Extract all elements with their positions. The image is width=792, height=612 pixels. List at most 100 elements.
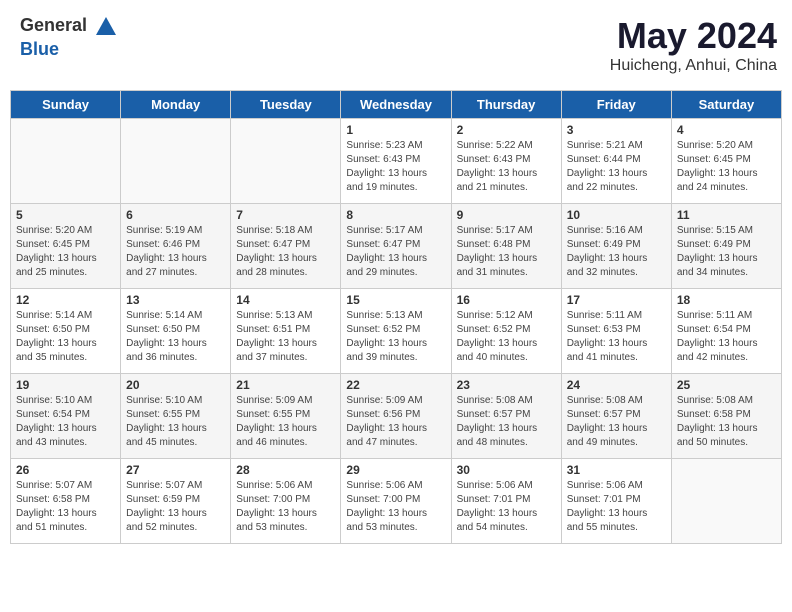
calendar-week-3: 12Sunrise: 5:14 AM Sunset: 6:50 PM Dayli… <box>11 289 782 374</box>
calendar-cell: 12Sunrise: 5:14 AM Sunset: 6:50 PM Dayli… <box>11 289 121 374</box>
calendar-cell: 22 Sunrise: 5:09 AM Sunset: 6:56 PM Dayli… <box>341 374 451 459</box>
day-info: Sunrise: 5:14 AM Sunset: 6:50 PM Dayligh… <box>126 309 225 365</box>
day-number: 2 <box>457 123 556 137</box>
day-number: 18 <box>677 293 776 307</box>
calendar-cell: 9 Sunrise: 5:17 AM Sunset: 6:48 PM Daylig… <box>451 204 561 289</box>
day-header-friday: Friday <box>561 91 671 119</box>
calendar-cell: 2 Sunrise: 5:22 AM Sunset: 6:43 PM Daylig… <box>451 119 561 204</box>
calendar-cell: 30Sunrise: 5:06 AM Sunset: 7:01 PM Dayli… <box>451 459 561 544</box>
day-info: Sunrise: 5:23 AM Sunset: 6:43 PM Dayligh… <box>346 139 445 195</box>
calendar-cell: 19 Sunrise: 5:10 AM Sunset: 6:54 PM Dayli… <box>11 374 121 459</box>
day-info: Sunrise: 5:08 AM Sunset: 6:57 PM Dayligh… <box>457 394 556 450</box>
calendar-body: 1 Sunrise: 5:23 AM Sunset: 6:43 PM Daylig… <box>11 119 782 544</box>
day-info: Sunrise: 5:08 AM Sunset: 6:57 PM Dayligh… <box>567 394 666 450</box>
calendar-week-4: 19 Sunrise: 5:10 AM Sunset: 6:54 PM Dayli… <box>11 374 782 459</box>
day-info: Sunrise: 5:07 AM Sunset: 6:58 PM Dayligh… <box>16 479 115 535</box>
day-header-wednesday: Wednesday <box>341 91 451 119</box>
day-info: Sunrise: 5:09 AM Sunset: 6:56 PM Dayligh… <box>346 394 445 450</box>
day-info: Sunrise: 5:07 AM Sunset: 6:59 PM Dayligh… <box>126 479 225 535</box>
day-info: Sunrise: 5:12 AM Sunset: 6:52 PM Dayligh… <box>457 309 556 365</box>
day-number: 26 <box>16 463 115 477</box>
calendar-cell: 5 Sunrise: 5:20 AM Sunset: 6:45 PM Daylig… <box>11 204 121 289</box>
day-number: 21 <box>236 378 335 392</box>
calendar-cell: 26 Sunrise: 5:07 AM Sunset: 6:58 PM Dayli… <box>11 459 121 544</box>
month-year-title: May 2024 <box>610 15 777 57</box>
logo: General Blue <box>20 15 118 60</box>
calendar-cell: 4 Sunrise: 5:20 AM Sunset: 6:45 PM Daylig… <box>671 119 781 204</box>
day-number: 30 <box>457 463 556 477</box>
day-number: 24 <box>567 378 666 392</box>
calendar-cell: 1 Sunrise: 5:23 AM Sunset: 6:43 PM Daylig… <box>341 119 451 204</box>
day-number: 13 <box>126 293 225 307</box>
day-info: Sunrise: 5:20 AM Sunset: 6:45 PM Dayligh… <box>16 224 115 280</box>
day-number: 5 <box>16 208 115 222</box>
calendar-cell: 27 Sunrise: 5:07 AM Sunset: 6:59 PM Dayli… <box>121 459 231 544</box>
calendar-cell: 11Sunrise: 5:15 AM Sunset: 6:49 PM Dayli… <box>671 204 781 289</box>
calendar-header-row: SundayMondayTuesdayWednesdayThursdayFrid… <box>11 91 782 119</box>
calendar-cell: 21Sunrise: 5:09 AM Sunset: 6:55 PM Dayli… <box>231 374 341 459</box>
day-info: Sunrise: 5:19 AM Sunset: 6:46 PM Dayligh… <box>126 224 225 280</box>
location-subtitle: Huicheng, Anhui, China <box>610 57 777 75</box>
calendar-cell: 14Sunrise: 5:13 AM Sunset: 6:51 PM Dayli… <box>231 289 341 374</box>
day-number: 1 <box>346 123 445 137</box>
calendar-cell: 18 Sunrise: 5:11 AM Sunset: 6:54 PM Dayli… <box>671 289 781 374</box>
day-info: Sunrise: 5:13 AM Sunset: 6:52 PM Dayligh… <box>346 309 445 365</box>
calendar-week-5: 26 Sunrise: 5:07 AM Sunset: 6:58 PM Dayli… <box>11 459 782 544</box>
day-number: 29 <box>346 463 445 477</box>
day-number: 22 <box>346 378 445 392</box>
calendar-cell: 29Sunrise: 5:06 AM Sunset: 7:00 PM Dayli… <box>341 459 451 544</box>
page-header: General Blue May 2024 Huicheng, Anhui, C… <box>10 10 782 80</box>
day-info: Sunrise: 5:22 AM Sunset: 6:43 PM Dayligh… <box>457 139 556 195</box>
day-number: 10 <box>567 208 666 222</box>
calendar-cell: 16Sunrise: 5:12 AM Sunset: 6:52 PM Dayli… <box>451 289 561 374</box>
day-number: 17 <box>567 293 666 307</box>
day-info: Sunrise: 5:18 AM Sunset: 6:47 PM Dayligh… <box>236 224 335 280</box>
day-number: 9 <box>457 208 556 222</box>
logo-blue: Blue <box>20 39 59 59</box>
day-header-thursday: Thursday <box>451 91 561 119</box>
day-info: Sunrise: 5:08 AM Sunset: 6:58 PM Dayligh… <box>677 394 776 450</box>
day-number: 20 <box>126 378 225 392</box>
day-info: Sunrise: 5:16 AM Sunset: 6:49 PM Dayligh… <box>567 224 666 280</box>
day-info: Sunrise: 5:11 AM Sunset: 6:53 PM Dayligh… <box>567 309 666 365</box>
day-info: Sunrise: 5:11 AM Sunset: 6:54 PM Dayligh… <box>677 309 776 365</box>
day-info: Sunrise: 5:06 AM Sunset: 7:00 PM Dayligh… <box>236 479 335 535</box>
calendar-week-1: 1 Sunrise: 5:23 AM Sunset: 6:43 PM Daylig… <box>11 119 782 204</box>
day-info: Sunrise: 5:21 AM Sunset: 6:44 PM Dayligh… <box>567 139 666 195</box>
calendar-cell: 15 Sunrise: 5:13 AM Sunset: 6:52 PM Dayli… <box>341 289 451 374</box>
day-info: Sunrise: 5:20 AM Sunset: 6:45 PM Dayligh… <box>677 139 776 195</box>
day-number: 3 <box>567 123 666 137</box>
day-info: Sunrise: 5:14 AM Sunset: 6:50 PM Dayligh… <box>16 309 115 365</box>
calendar-cell: 31 Sunrise: 5:06 AM Sunset: 7:01 PM Dayli… <box>561 459 671 544</box>
day-info: Sunrise: 5:13 AM Sunset: 6:51 PM Dayligh… <box>236 309 335 365</box>
calendar-cell: 13 Sunrise: 5:14 AM Sunset: 6:50 PM Dayli… <box>121 289 231 374</box>
day-number: 15 <box>346 293 445 307</box>
calendar-cell: 24 Sunrise: 5:08 AM Sunset: 6:57 PM Dayli… <box>561 374 671 459</box>
day-number: 7 <box>236 208 335 222</box>
day-info: Sunrise: 5:17 AM Sunset: 6:48 PM Dayligh… <box>457 224 556 280</box>
day-number: 28 <box>236 463 335 477</box>
day-number: 8 <box>346 208 445 222</box>
day-number: 27 <box>126 463 225 477</box>
calendar-week-2: 5 Sunrise: 5:20 AM Sunset: 6:45 PM Daylig… <box>11 204 782 289</box>
calendar-cell <box>121 119 231 204</box>
day-number: 31 <box>567 463 666 477</box>
calendar-cell: 25 Sunrise: 5:08 AM Sunset: 6:58 PM Dayli… <box>671 374 781 459</box>
day-number: 25 <box>677 378 776 392</box>
day-info: Sunrise: 5:10 AM Sunset: 6:55 PM Dayligh… <box>126 394 225 450</box>
calendar-cell: 7 Sunrise: 5:18 AM Sunset: 6:47 PM Daylig… <box>231 204 341 289</box>
day-header-tuesday: Tuesday <box>231 91 341 119</box>
day-info: Sunrise: 5:10 AM Sunset: 6:54 PM Dayligh… <box>16 394 115 450</box>
calendar-cell: 23 Sunrise: 5:08 AM Sunset: 6:57 PM Dayli… <box>451 374 561 459</box>
calendar-cell: 8 Sunrise: 5:17 AM Sunset: 6:47 PM Daylig… <box>341 204 451 289</box>
day-info: Sunrise: 5:06 AM Sunset: 7:01 PM Dayligh… <box>567 479 666 535</box>
day-header-monday: Monday <box>121 91 231 119</box>
logo-text: General Blue <box>20 15 118 60</box>
day-number: 4 <box>677 123 776 137</box>
day-info: Sunrise: 5:17 AM Sunset: 6:47 PM Dayligh… <box>346 224 445 280</box>
day-number: 19 <box>16 378 115 392</box>
calendar-cell: 3 Sunrise: 5:21 AM Sunset: 6:44 PM Daylig… <box>561 119 671 204</box>
day-number: 23 <box>457 378 556 392</box>
day-info: Sunrise: 5:15 AM Sunset: 6:49 PM Dayligh… <box>677 224 776 280</box>
calendar-cell: 20 Sunrise: 5:10 AM Sunset: 6:55 PM Dayli… <box>121 374 231 459</box>
